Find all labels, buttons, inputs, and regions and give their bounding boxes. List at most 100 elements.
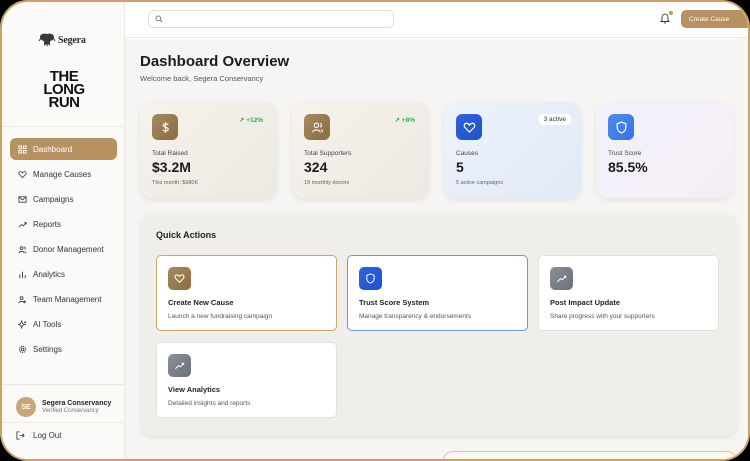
icon-box — [608, 114, 634, 140]
active-count-badge: 3 active — [538, 114, 571, 125]
card-title: Post Impact Update — [550, 298, 621, 307]
logout-button[interactable]: Log Out — [16, 431, 61, 440]
stat-card-trust-score[interactable]: Trust Score 85.5% — [596, 102, 733, 198]
segera-logo[interactable]: Segera — [38, 32, 86, 48]
up-arrow-icon: ↗ — [238, 117, 245, 124]
sidebar-item-label: AI Tools — [33, 319, 62, 329]
shield-icon — [616, 120, 626, 134]
sidebar-item-manage-causes[interactable]: Manage Causes — [10, 163, 117, 185]
trend-icon — [18, 221, 27, 227]
view-analytics-card[interactable]: View Analytics Detailed insights and rep… — [156, 342, 337, 418]
stat-card-causes[interactable]: 3 active Causes 5 5 active campaigns — [444, 102, 581, 198]
icon-box — [456, 114, 482, 140]
create-new-cause-card[interactable]: Create New Cause Launch a new fundraisin… — [156, 255, 337, 331]
main-content: Dashboard Overview Welcome back, Segera … — [125, 39, 748, 459]
sidebar-item-label: Manage Causes — [33, 169, 92, 179]
icon-box — [152, 114, 178, 140]
stat-card-total-raised[interactable]: ↗ +12% Total Raised $3.2M This month: $6… — [140, 102, 277, 198]
stat-label: Total Raised — [152, 150, 188, 157]
logout-icon — [16, 431, 25, 440]
app-frame: Segera THE LONG RUN Dashboard Manage Cau… — [0, 0, 750, 461]
grid-icon — [18, 144, 27, 154]
icon-box — [550, 267, 573, 290]
sidebar-item-settings[interactable]: Settings — [10, 338, 117, 360]
elephant-logo-icon — [38, 33, 56, 47]
quick-actions-panel: Quick Actions Create New Cause Launch a … — [141, 214, 737, 436]
card-title: View Analytics — [168, 385, 221, 394]
page-title: Dashboard Overview — [140, 53, 290, 70]
shield-icon — [366, 273, 375, 284]
stat-value: 85.5% — [608, 159, 648, 175]
stat-value: 5 — [456, 159, 464, 175]
up-arrow-icon: ↗ — [394, 117, 400, 124]
card-description: Launch a new fundraising campaign — [168, 313, 273, 320]
sidebar-item-reports[interactable]: Reports — [10, 213, 117, 235]
sidebar-item-team-management[interactable]: Team Management — [10, 288, 117, 310]
card-title: Create New Cause — [168, 298, 234, 307]
logout-label: Log Out — [33, 431, 62, 440]
icon-box — [168, 267, 191, 290]
sidebar-item-label: Settings — [33, 344, 62, 354]
post-impact-update-card[interactable]: Post Impact Update Share progress with y… — [538, 255, 719, 331]
card-description: Manage transparency & endorsements — [359, 313, 472, 320]
stat-label: Trust Score — [608, 150, 642, 157]
sidebar-divider — [2, 422, 124, 423]
sidebar-divider — [2, 384, 124, 385]
next-section-peek — [443, 451, 737, 459]
user-profile[interactable]: SE Segera Conservancy Verified Conservan… — [16, 397, 111, 417]
gear-icon — [18, 345, 27, 353]
user-status: Verified Conservancy — [42, 408, 99, 414]
stat-note: This month: $680K — [152, 180, 199, 186]
create-cause-button[interactable]: Create Cause — [681, 10, 748, 28]
topbar: Create Cause — [125, 2, 748, 38]
sidebar-item-label: Campaigns — [33, 194, 74, 204]
dollar-icon — [161, 121, 169, 133]
card-description: Detailed insights and reports — [168, 400, 251, 407]
users-icon — [311, 122, 323, 133]
card-description: Share progress with your supporters — [550, 313, 655, 320]
icon-box — [304, 114, 330, 140]
badge-text: +8% — [401, 117, 415, 124]
search-input[interactable] — [148, 10, 394, 28]
icon-box — [359, 267, 382, 290]
stat-value: $3.2M — [152, 159, 191, 175]
trend-icon — [175, 362, 185, 370]
sidebar-item-label: Donor Management — [33, 244, 104, 254]
sidebar-item-campaigns[interactable]: Campaigns — [10, 188, 117, 210]
growth-badge: ↗ +12% — [239, 116, 263, 124]
user-name: Segera Conservancy — [42, 400, 112, 407]
growth-badge: ↗ +8% — [395, 116, 415, 124]
search-icon — [155, 15, 163, 23]
sidebar-item-dashboard[interactable]: Dashboard — [10, 138, 117, 160]
users-icon — [18, 245, 27, 253]
sidebar-item-analytics[interactable]: Analytics — [10, 263, 117, 285]
page-subtitle: Welcome back, Segera Conservancy — [140, 74, 264, 83]
the-long-run-logo: THE LONG RUN — [38, 69, 90, 110]
stat-note: 18 monthly donors — [304, 180, 350, 186]
stat-label: Total Supporters — [304, 150, 352, 157]
bar-chart-icon — [19, 271, 26, 278]
avatar: SE — [16, 397, 36, 417]
sparkle-icon — [18, 319, 27, 329]
heart-icon — [18, 170, 27, 178]
heart-icon — [463, 122, 475, 133]
notification-dot — [669, 11, 673, 15]
sidebar-divider — [2, 126, 124, 127]
stat-value: 324 — [304, 159, 328, 175]
team-icon — [18, 295, 27, 303]
badge-text: +12% — [246, 117, 263, 124]
sidebar: Segera THE LONG RUN Dashboard Manage Cau… — [2, 2, 125, 459]
stat-note: 5 active campaigns — [456, 180, 504, 186]
sidebar-item-label: Reports — [33, 219, 62, 229]
sidebar-item-ai-tools[interactable]: AI Tools — [10, 313, 117, 335]
card-title: Trust Score System — [359, 298, 430, 307]
stat-card-total-supporters[interactable]: ↗ +8% Total Supporters 324 18 monthly do… — [292, 102, 429, 198]
stat-label: Causes — [456, 150, 479, 157]
brand-name: Segera — [58, 34, 86, 46]
sidebar-item-donor-management[interactable]: Donor Management — [10, 238, 117, 260]
trust-score-system-card[interactable]: Trust Score System Manage transparency &… — [347, 255, 528, 331]
quick-actions-title: Quick Actions — [156, 230, 217, 240]
sidebar-nav: Dashboard Manage Causes Campaigns Report… — [10, 138, 117, 363]
heart-icon — [174, 274, 185, 284]
sidebar-item-label: Team Management — [33, 294, 102, 304]
